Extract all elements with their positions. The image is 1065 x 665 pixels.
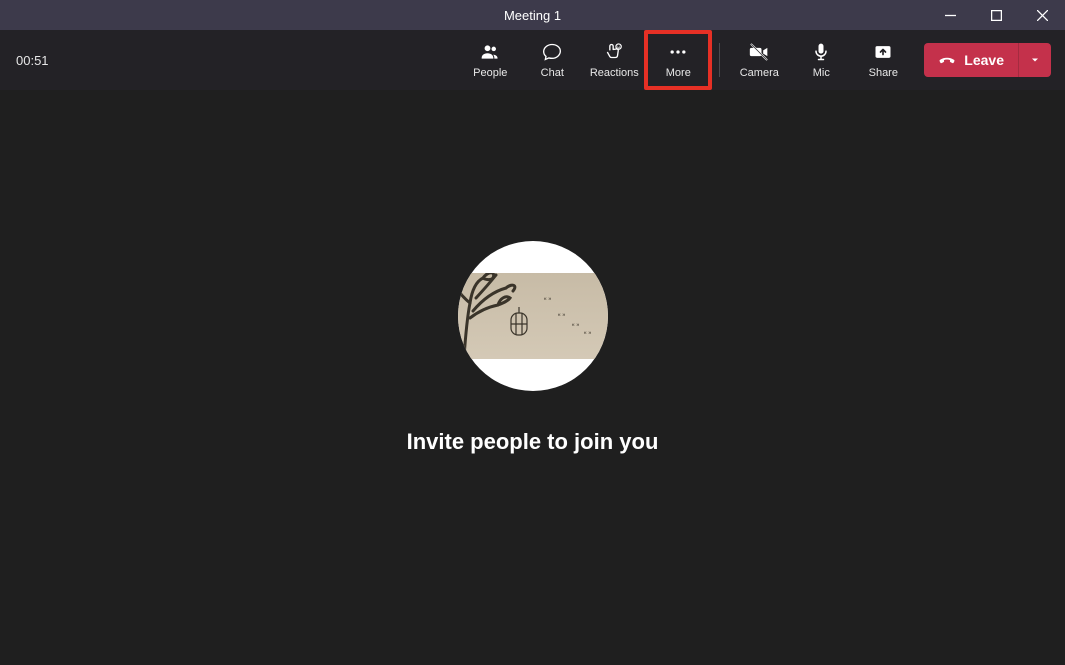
- chat-icon: [542, 41, 562, 63]
- mic-label: Mic: [813, 67, 830, 79]
- maximize-button[interactable]: [973, 0, 1019, 30]
- close-button[interactable]: [1019, 0, 1065, 30]
- share-button[interactable]: Share: [852, 35, 914, 85]
- share-icon: [873, 41, 893, 63]
- more-icon: [668, 41, 688, 63]
- window-controls: [927, 0, 1065, 30]
- minimize-icon: [945, 10, 956, 21]
- share-label: Share: [869, 67, 898, 79]
- leave-button[interactable]: Leave: [924, 43, 1018, 77]
- title-bar: Meeting 1: [0, 0, 1065, 30]
- camera-off-icon: [749, 41, 769, 63]
- leave-button-group: Leave: [924, 43, 1051, 77]
- invite-heading: Invite people to join you: [407, 429, 659, 455]
- people-label: People: [473, 67, 507, 79]
- meeting-stage: ᪼ ᪼ ᪼ ᪼ Invite people to join you: [0, 90, 1065, 665]
- avatar: ᪼ ᪼ ᪼ ᪼: [458, 241, 608, 391]
- hangup-icon: [938, 51, 956, 69]
- leave-options-button[interactable]: [1018, 43, 1051, 77]
- mic-button[interactable]: Mic: [790, 35, 852, 85]
- people-icon: [480, 41, 500, 63]
- camera-label: Camera: [740, 67, 779, 79]
- reactions-icon: [604, 41, 624, 63]
- people-button[interactable]: People: [459, 35, 521, 85]
- leave-label: Leave: [964, 52, 1004, 68]
- minimize-button[interactable]: [927, 0, 973, 30]
- avatar-image: ᪼ ᪼ ᪼ ᪼: [458, 273, 608, 359]
- more-button[interactable]: More: [647, 35, 709, 85]
- chat-button[interactable]: Chat: [521, 35, 583, 85]
- camera-button[interactable]: Camera: [728, 35, 790, 85]
- more-label: More: [666, 67, 691, 79]
- call-timer: 00:51: [16, 53, 49, 68]
- chevron-down-icon: [1029, 54, 1041, 66]
- toolbar-divider: [719, 43, 720, 77]
- mic-icon: [811, 41, 831, 63]
- window-title: Meeting 1: [504, 8, 561, 23]
- meeting-toolbar: 00:51 People Chat Reactions More Camera: [0, 30, 1065, 90]
- maximize-icon: [991, 10, 1002, 21]
- reactions-label: Reactions: [590, 67, 639, 79]
- chat-label: Chat: [541, 67, 564, 79]
- reactions-button[interactable]: Reactions: [583, 35, 645, 85]
- close-icon: [1037, 10, 1048, 21]
